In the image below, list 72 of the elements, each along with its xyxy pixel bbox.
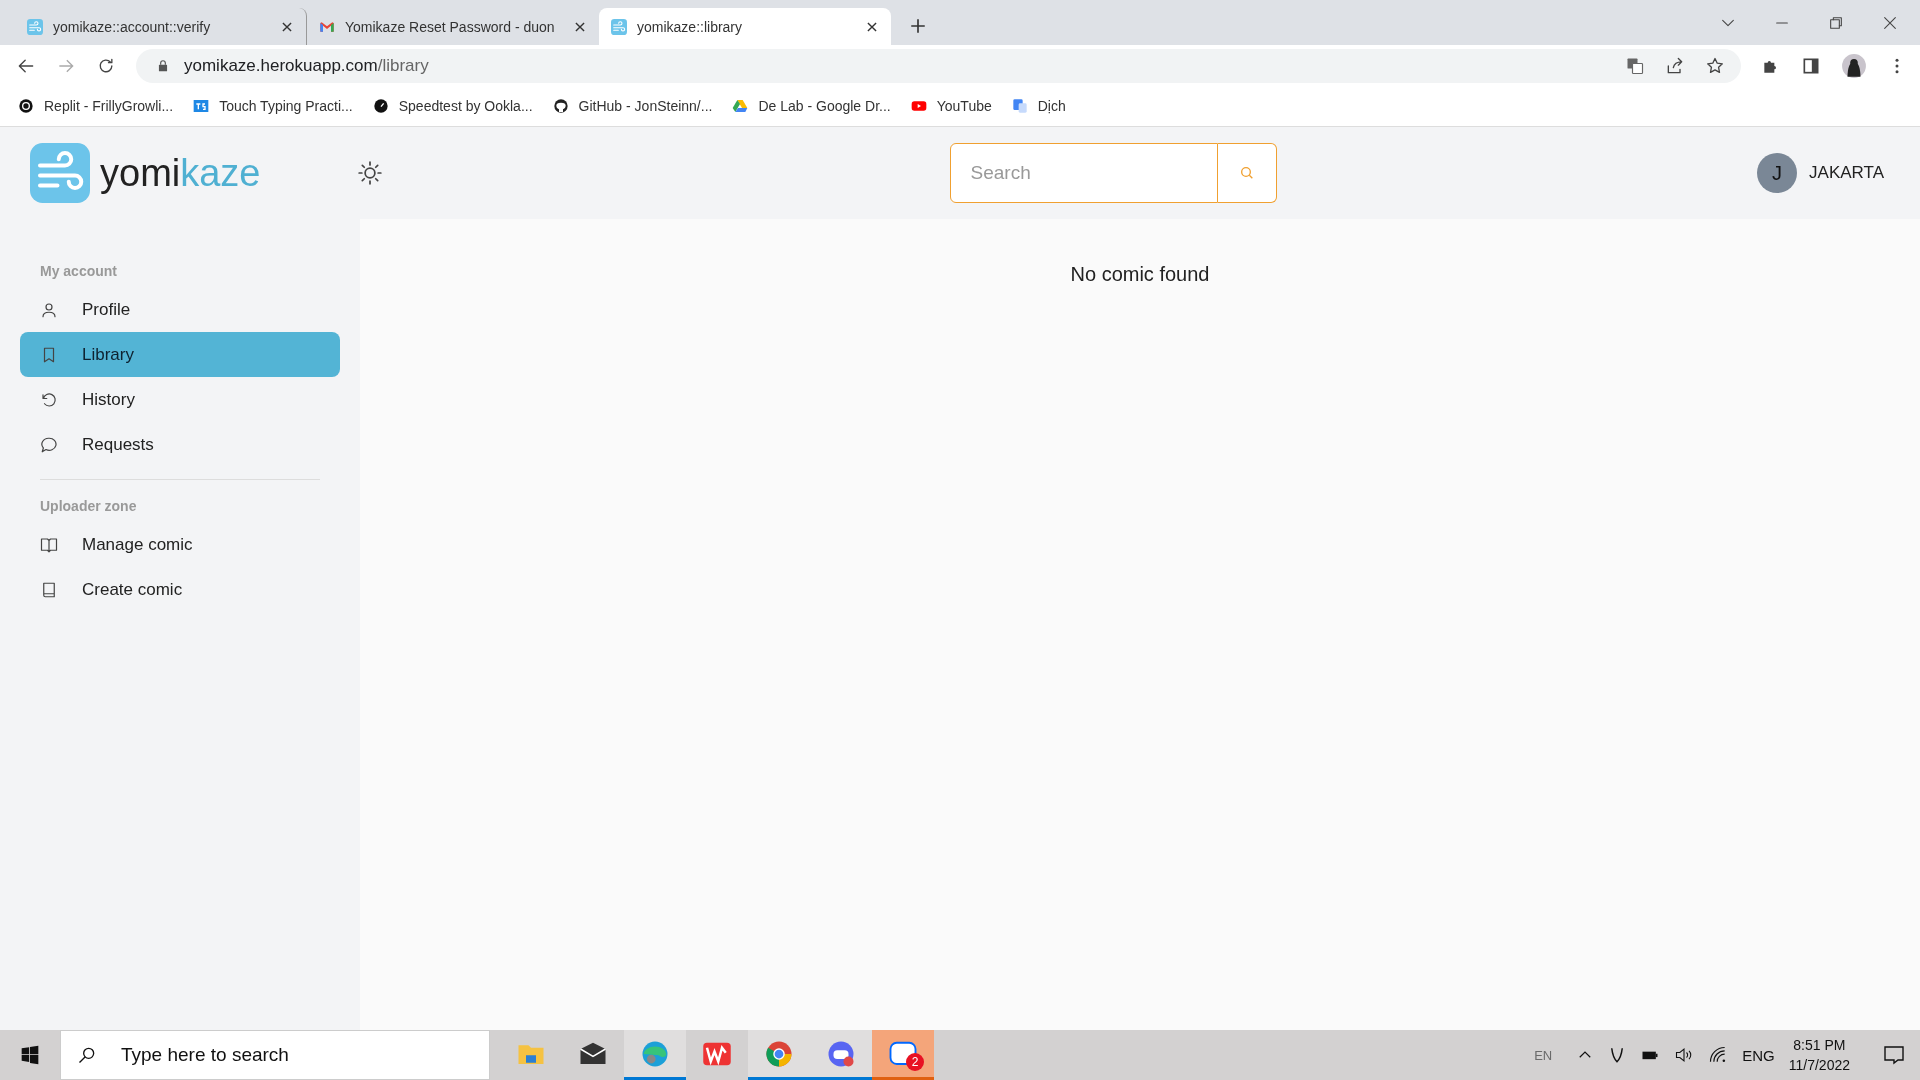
translate-icon xyxy=(1011,98,1028,114)
notebook-icon xyxy=(40,580,58,599)
url-text: yomikaze.herokuapp.com/library xyxy=(184,55,429,76)
search-placeholder: Type here to search xyxy=(121,1044,289,1066)
logo-text: yomikaze xyxy=(100,151,261,195)
section-heading: Uploader zone xyxy=(39,498,138,516)
sidebar-item[interactable]: Library xyxy=(20,332,340,377)
sidebar-item[interactable]: Profile xyxy=(20,287,340,332)
bookmark-item[interactable]: Dịch xyxy=(1011,98,1066,114)
search-icon xyxy=(77,1045,97,1065)
triangle-icon xyxy=(732,98,749,114)
bookmark-label: Touch Typing Practi... xyxy=(219,98,353,114)
tab-title: yomikaze::account::verify xyxy=(53,18,212,35)
bookmark-label: YouTube xyxy=(936,98,992,114)
bookmark-item[interactable]: Replit - FrillyGrowli... xyxy=(18,98,174,114)
wind-icon xyxy=(27,18,43,35)
clock-date[interactable]: 11/7/2022 xyxy=(1788,1055,1850,1075)
wind-logo-icon xyxy=(30,143,90,203)
history-icon xyxy=(40,390,58,409)
close-icon[interactable] xyxy=(865,19,879,34)
book-icon xyxy=(40,535,58,554)
ts-logo-icon xyxy=(193,98,210,114)
plus-icon[interactable] xyxy=(909,17,927,35)
play-icon xyxy=(910,98,927,114)
lock-icon xyxy=(156,58,170,73)
taskbar-search-field[interactable]: Type here to search xyxy=(60,1030,490,1080)
wind-icon xyxy=(611,18,627,35)
tab-title: Yomikaze Reset Password - duon xyxy=(345,18,556,35)
speech-bubble-icon xyxy=(40,435,58,454)
taskbar-app[interactable] xyxy=(810,1030,872,1080)
close-icon[interactable] xyxy=(1882,14,1898,31)
bookmark-label: Replit - FrillyGrowli... xyxy=(44,98,174,114)
browser-tab[interactable]: yomikaze::library xyxy=(599,8,891,45)
bookmark-item[interactable]: Touch Typing Practi... xyxy=(193,98,353,114)
search-icon xyxy=(1238,165,1255,181)
spiral-icon xyxy=(18,98,34,114)
browser-tab[interactable]: Yomikaze Reset Password - duon xyxy=(307,8,599,45)
sidebar-item[interactable]: Manage comic xyxy=(20,522,340,567)
gauge-icon xyxy=(372,98,389,114)
bookmark-item[interactable]: De Lab - Google Dr... xyxy=(732,98,891,114)
bookmark-item[interactable]: GitHub - JonSteinn/... xyxy=(552,98,713,114)
search-field[interactable]: Search xyxy=(949,143,1218,203)
person-icon xyxy=(40,300,58,319)
bookmark-label: De Lab - Google Dr... xyxy=(758,98,891,114)
bookmark-label: Dịch xyxy=(1037,98,1066,114)
clock-time[interactable]: 8:51 PM xyxy=(1793,1035,1846,1055)
section-heading: My account xyxy=(39,263,118,281)
star-icon[interactable] xyxy=(1705,55,1725,76)
notification-badge: 2 xyxy=(906,1053,924,1071)
restore-icon[interactable] xyxy=(1828,14,1844,31)
avatar-icon[interactable] xyxy=(1841,52,1867,79)
taskbar-app[interactable]: 2 xyxy=(872,1030,934,1080)
language-indicator[interactable]: ENG xyxy=(1742,1046,1775,1064)
tab-title: yomikaze::library xyxy=(637,18,744,35)
bookmark-item[interactable]: YouTube xyxy=(910,98,992,114)
close-icon[interactable] xyxy=(280,19,294,34)
bookmark-item[interactable]: Speedtest by Ookla... xyxy=(372,98,533,114)
sidebar-item[interactable]: Requests xyxy=(20,422,340,467)
share-icon[interactable] xyxy=(1665,55,1685,76)
empty-message: No comic found xyxy=(1070,263,1210,287)
user-name[interactable]: JAKARTA xyxy=(1809,163,1884,183)
sidebar-item[interactable]: Create comic xyxy=(20,567,340,612)
close-icon[interactable] xyxy=(573,19,587,34)
sun-icon[interactable] xyxy=(356,160,383,186)
ime-indicator[interactable]: EN xyxy=(1534,1047,1553,1063)
address-bar[interactable]: yomikaze.herokuapp.com/library xyxy=(136,48,1741,83)
windows-icon[interactable] xyxy=(20,1045,40,1065)
bookmark-label: GitHub - JonSteinn/... xyxy=(578,98,713,114)
notification-icon[interactable] xyxy=(1882,1043,1906,1067)
sidebar-item[interactable]: History xyxy=(20,377,340,422)
user-avatar[interactable]: J xyxy=(1757,153,1798,193)
bookmark-label: Speedtest by Ookla... xyxy=(398,98,533,114)
